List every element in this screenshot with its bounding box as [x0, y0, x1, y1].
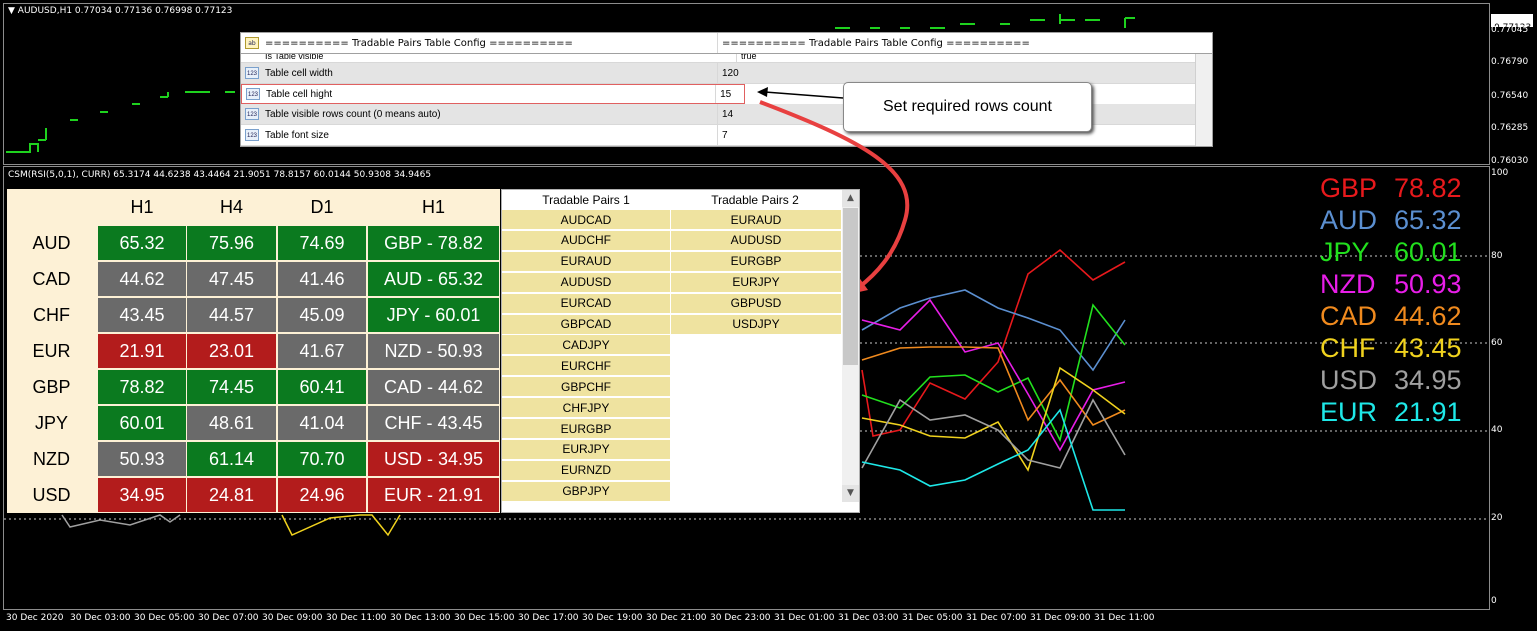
legend-value: 43.45 [1394, 333, 1462, 363]
legend-value: 65.32 [1394, 205, 1462, 235]
legend-value: 60.01 [1394, 237, 1462, 267]
pair-cell[interactable]: AUDUSD [502, 272, 670, 293]
rank-value: CAD - 44.62 [368, 370, 499, 404]
pair-cell[interactable]: GBPCAD [502, 314, 670, 335]
pair-cell[interactable]: EURCHF [502, 356, 670, 377]
pairs-scrollbar[interactable]: ▲ ▼ [842, 190, 859, 502]
pair-cell[interactable]: EURAUD [671, 210, 841, 230]
strength-value: 78.82 [98, 370, 186, 404]
pair-cell[interactable]: EURAUD [502, 251, 670, 272]
legend-value: 50.93 [1394, 269, 1462, 299]
currency-label: NZD [33, 448, 70, 469]
currency-label: USD [32, 484, 71, 505]
legend-currency: JPY [1320, 237, 1370, 267]
scroll-down-arrow-icon[interactable]: ▼ [842, 485, 859, 502]
currency-label: GBP [32, 376, 71, 397]
pair-cell[interactable]: EURCAD [502, 293, 670, 314]
currency-strength-table: H1 H4 D1 H1 AUD 65.32 75.96 74.69 GBP - 78.82 CAD… [7, 189, 500, 513]
pair-cell[interactable]: EURJPY [671, 272, 841, 293]
rank-value: GBP - 78.82 [368, 226, 499, 260]
pair-cell[interactable]: AUDCHF [502, 230, 670, 251]
strength-value: 44.57 [187, 298, 276, 332]
currency-label: EUR [32, 340, 71, 361]
strength-value: 60.01 [98, 406, 186, 440]
pair-cell[interactable]: USDJPY [671, 314, 841, 335]
legend-value: 44.62 [1394, 301, 1462, 331]
tradable-pairs-table: Tradable Pairs 1 Tradable Pairs 2 ▲ ▼ AU… [501, 189, 860, 513]
legend-currency: GBP [1320, 173, 1378, 203]
legend-currency: EUR [1320, 397, 1378, 427]
strength-value: 41.67 [278, 334, 366, 368]
legend-currency: CAD [1320, 301, 1378, 331]
timeframe-header: H1 [130, 196, 154, 217]
legend-value: 34.95 [1394, 365, 1462, 395]
scroll-thumb[interactable] [843, 208, 858, 365]
legend-value: 21.91 [1394, 397, 1462, 427]
pair-cell[interactable]: AUDCAD [502, 210, 670, 230]
strength-value: 47.45 [187, 262, 276, 296]
rank-value: CHF - 43.45 [368, 406, 499, 440]
pair-cell[interactable]: CHFJPY [502, 398, 670, 419]
legend-value: 78.82 [1394, 173, 1462, 203]
pair-cell[interactable]: GBPCHF [502, 377, 670, 398]
strength-value: 50.93 [98, 442, 186, 476]
pair-cell[interactable]: EURGBP [502, 419, 670, 439]
pair-cell[interactable]: CADJPY [502, 335, 670, 356]
legend-currency: USD [1320, 365, 1378, 395]
pair-cell[interactable]: EURJPY [502, 439, 670, 460]
pairs-header-2: Tradable Pairs 2 [711, 193, 799, 207]
rank-value: JPY - 60.01 [368, 298, 499, 332]
pair-cell[interactable]: EURNZD [502, 460, 670, 481]
strength-value: 75.96 [187, 226, 276, 260]
strength-value: 74.69 [278, 226, 366, 260]
strength-value: 48.61 [187, 406, 276, 440]
strength-value: 21.91 [98, 334, 186, 368]
pair-cell[interactable]: GBPJPY [502, 481, 670, 502]
strength-value: 43.45 [98, 298, 186, 332]
rank-value: AUD - 65.32 [368, 262, 499, 296]
strength-value: 61.14 [187, 442, 276, 476]
strength-value: 74.45 [187, 370, 276, 404]
strength-value: 24.96 [278, 478, 366, 512]
legend-currency: AUD [1320, 205, 1378, 235]
strength-value: 65.32 [98, 226, 186, 260]
pair-cell[interactable]: EURGBP [671, 251, 841, 272]
currency-label: AUD [32, 232, 71, 253]
strength-value: 24.81 [187, 478, 276, 512]
timeframe-header: H4 [219, 196, 243, 217]
corner-cell [7, 190, 96, 224]
strength-value: 44.62 [98, 262, 186, 296]
pairs-header-1: Tradable Pairs 1 [542, 193, 630, 207]
pair-cell[interactable]: GBPUSD [671, 293, 841, 314]
strength-value: 41.46 [278, 262, 366, 296]
rank-value: NZD - 50.93 [368, 334, 499, 368]
legend-currency: CHF [1320, 333, 1376, 363]
pair-cell[interactable]: AUDUSD [671, 230, 841, 251]
currency-label: CHF [33, 304, 70, 325]
strength-value: 60.41 [278, 370, 366, 404]
strength-value: 34.95 [98, 478, 186, 512]
strength-value: 70.70 [278, 442, 366, 476]
strength-value: 23.01 [187, 334, 276, 368]
rank-value: USD - 34.95 [368, 442, 499, 476]
currency-label: CAD [32, 268, 71, 289]
currency-label: JPY [34, 412, 68, 433]
timeframe-header: D1 [310, 196, 334, 217]
scroll-up-arrow-icon[interactable]: ▲ [842, 190, 859, 207]
strength-value: 45.09 [278, 298, 366, 332]
legend-currency: NZD [1320, 269, 1376, 299]
strength-value: 41.04 [278, 406, 366, 440]
timeframe-header: H1 [421, 196, 445, 217]
rank-value: EUR - 21.91 [368, 478, 499, 512]
